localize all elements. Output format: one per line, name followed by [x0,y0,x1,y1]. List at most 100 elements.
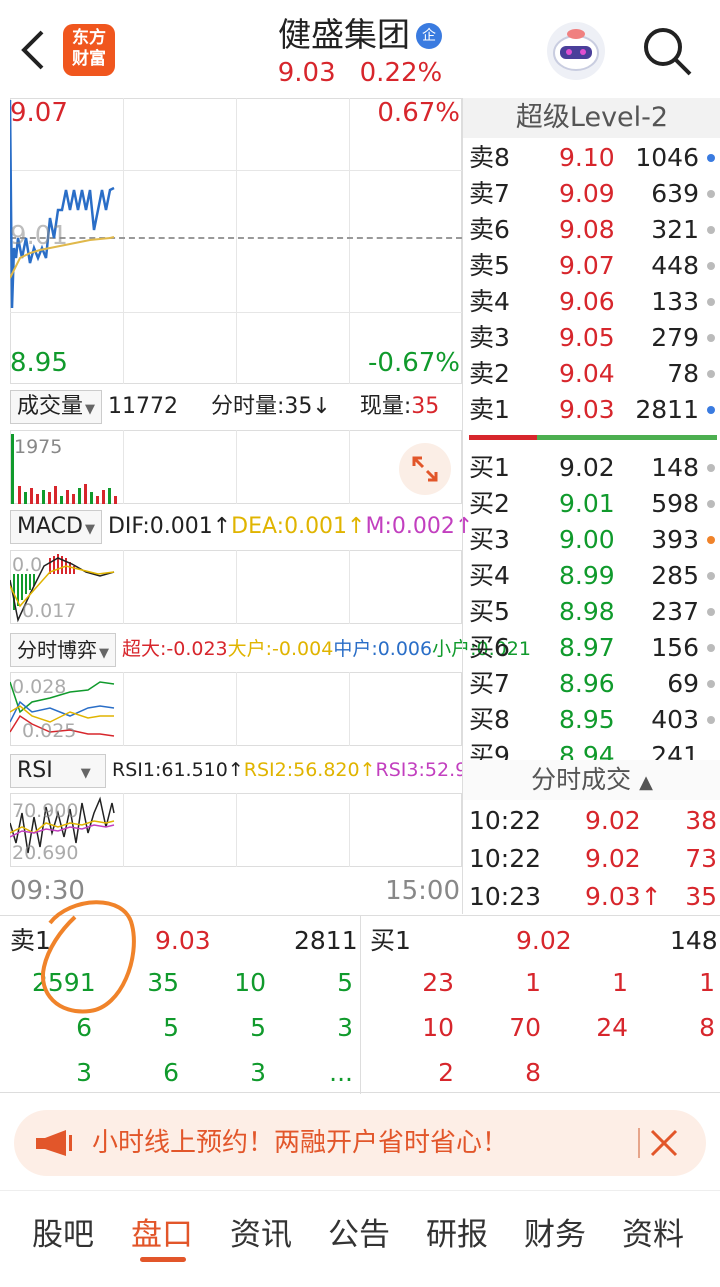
macd-indicator-dropdown[interactable]: MACD ▼ [10,510,102,544]
game-super: 超大:-0.023 [122,638,228,660]
sell-order-vol: 3 [250,1058,266,1087]
bids-row[interactable]: 买2 9.01 598 [469,486,719,522]
active-tab-indicator [140,1257,186,1262]
bids-price: 8.99 [559,561,615,590]
rsi-indicator-label: RSI [17,757,53,783]
close-icon[interactable] [648,1127,680,1159]
pct-high-label: 0.67% [377,98,460,128]
bids-volume: 285 [651,561,699,590]
buy-order-vol: 1 [612,968,628,997]
bids-row[interactable]: 买8 8.95 403 [469,702,719,738]
dropdown-arrow-icon: ▼ [99,645,109,661]
bids-price: 9.01 [559,489,615,518]
bids-level-label: 买8 [469,705,510,734]
tab-1[interactable]: 盘口 [131,1209,193,1254]
rsi-top-label: 70.900 [12,800,79,822]
ticks-title[interactable]: 分时成交 ▲ [463,760,720,800]
sell-order-vol: 3 [337,1013,353,1042]
bids-price: 8.98 [559,597,615,626]
volume-indicator-label: 成交量 [17,394,84,419]
bids-price: 8.96 [559,669,615,698]
bids-volume: 598 [651,489,699,518]
search-icon[interactable] [640,24,694,78]
intraday-chart-panel[interactable]: 9.07 0.67% 9.01 8.95 -0.67% 成交量 ▼ 11772 分时… [0,98,531,914]
bids-price: 8.94 [559,741,615,760]
bids-row[interactable]: 买6 8.97 156 [469,630,719,666]
dropdown-arrow-icon: ▼ [84,522,95,537]
tick-volume: 38 [685,806,717,835]
queue-buy-vol: 148 [670,926,718,955]
buy-order-vol: 8 [699,1013,715,1042]
bids-row[interactable]: 买5 8.98 237 [469,594,719,630]
rsi-indicator-dropdown[interactable]: RSI ▼ [10,753,106,788]
tick-time: 10:22 [469,844,542,873]
tick-price: 9.02 [585,844,641,873]
enterprise-badge: 企 [416,23,442,49]
bids-level-label: 买7 [469,669,510,698]
tab-5[interactable]: 财务 [524,1209,586,1254]
bids-indicator-dot [707,680,715,688]
sell-order-vol: 10 [234,968,266,997]
sell-order-vol: ... [329,1058,353,1087]
volume-indicator-bar: 成交量 ▼ 11772 分时量:35↓ 现量:35 [10,386,462,428]
bids-volume: 156 [651,633,699,662]
price-change: 0.22% [359,58,443,88]
bids-price: 9.00 [559,525,615,554]
volume-total: 11772 [108,394,179,419]
buy-order-vol: 23 [422,968,454,997]
queue-buy-price: 9.02 [516,926,572,955]
buy-order-vol: 70 [509,1013,541,1042]
macd-m: M:0.002↑ [365,514,474,539]
game-indicator-dropdown[interactable]: 分时博弈 ▼ [10,632,116,667]
bottom-tab-bar: 股吧 盘口 资讯 公告 研报 财务 资料 [0,1190,720,1270]
buy-order-vol: 24 [596,1013,628,1042]
dropdown-arrow-icon: ▼ [80,765,91,781]
bids-indicator-dot [707,644,715,652]
bids-row[interactable]: 买7 8.96 69 [469,666,719,702]
bids-row[interactable]: 买9 8.94 241 [469,738,719,760]
tab-4[interactable]: 研报 [426,1209,488,1254]
sell-order-vol: 6 [163,1058,179,1087]
bids-row[interactable]: 买4 8.99 285 [469,558,719,594]
tick-row: 10:23 9.03↑ 35 [469,878,719,916]
bids-indicator-dot [707,608,715,616]
tab-3[interactable]: 公告 [328,1209,390,1254]
volume-now-label: 现量: [359,394,412,419]
tab-2[interactable]: 资讯 [230,1209,292,1254]
bids-price: 8.97 [559,633,615,662]
bid-list: 买1 9.02 148 买2 9.01 598 买3 9.00 393 买4 8.99 285 买5 8.… [463,98,720,760]
caret-up-icon: ▲ [639,772,653,793]
tick-row: 10:22 9.02 38 [469,802,719,840]
volume-now: 35 [411,394,440,419]
volume-indicator-dropdown[interactable]: 成交量 ▼ [10,390,103,424]
macd-top-label: 0.0 [12,554,43,576]
game-mid: 中户:0.006 [333,638,433,660]
bids-level-label: 买2 [469,489,510,518]
tab-0[interactable]: 股吧 [32,1209,94,1254]
volume-fs-label: 分时量:35↓ [211,394,331,419]
expand-icon[interactable] [398,442,452,496]
time-end-label: 15:00 [385,876,460,906]
game-bottom-label: 0.025 [22,720,77,742]
bids-indicator-dot [707,500,715,508]
bids-indicator-dot [707,716,715,724]
bids-indicator-dot [707,572,715,580]
bids-volume: 403 [651,705,699,734]
buy-order-vol: 1 [699,968,715,997]
dropdown-arrow-icon: ▼ [85,402,96,417]
bids-volume: 241 [651,741,699,760]
tick-volume: 73 [685,844,717,873]
robot-assistant-icon[interactable] [545,20,607,82]
tick-price: 9.03↑ [585,882,662,911]
promo-banner[interactable]: 小时线上预约！两融开户省时省心！ [14,1110,706,1176]
ticks-title-label: 分时成交 [531,765,632,794]
price-line: 9.03 0.22% [0,58,720,88]
bids-price: 8.95 [559,705,615,734]
bids-row[interactable]: 买3 9.00 393 [469,522,719,558]
bids-row[interactable]: 买1 9.02 148 [469,450,719,486]
buy-order-vol: 8 [525,1058,541,1087]
game-top-label: 0.028 [12,676,67,698]
tab-6[interactable]: 资料 [622,1209,684,1254]
promo-text[interactable]: 小时线上预约！两融开户省时省心！ [92,1110,508,1176]
bids-volume: 237 [651,597,699,626]
